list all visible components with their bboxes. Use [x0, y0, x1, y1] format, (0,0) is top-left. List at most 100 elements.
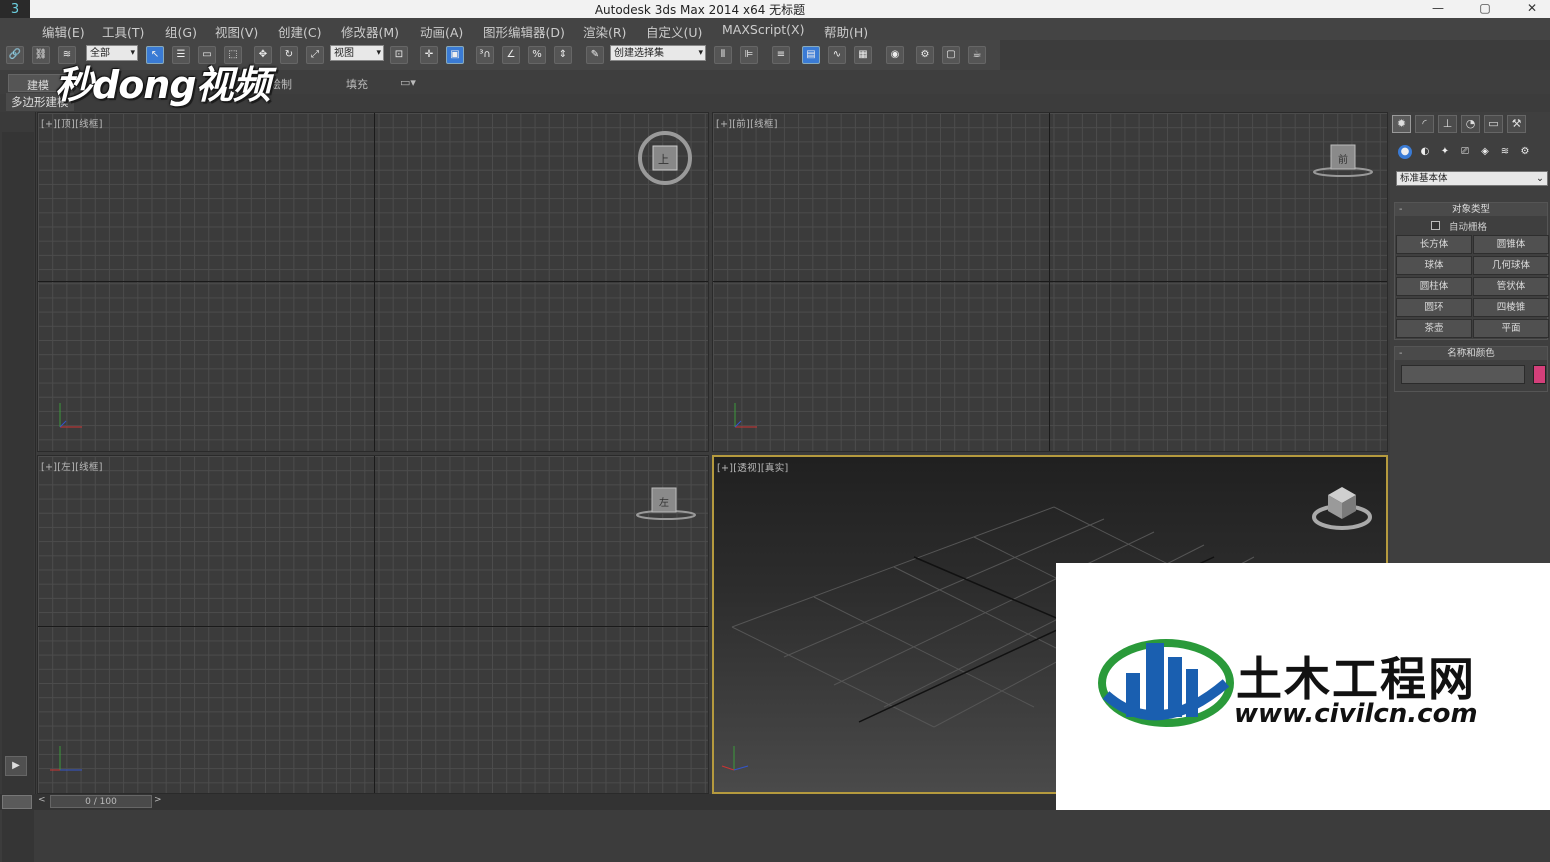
torus-button[interactable]: 圆环	[1396, 298, 1472, 317]
menu-tools[interactable]: 工具(T)	[102, 22, 144, 41]
geosphere-button[interactable]: 几何球体	[1473, 256, 1549, 275]
rendered-frame-icon[interactable]: ▢	[942, 46, 960, 64]
left-scroll-area	[2, 132, 34, 862]
play-icon[interactable]: ▶	[5, 756, 27, 776]
systems-icon[interactable]: ⚙	[1518, 145, 1532, 159]
snaps-toggle-icon[interactable]: ³∩	[476, 46, 494, 64]
curve-editor-icon[interactable]: ∿	[828, 46, 846, 64]
close-button[interactable]: ✕	[1512, 0, 1550, 18]
lights-icon[interactable]: ✦	[1438, 145, 1452, 159]
next-frame-icon[interactable]: >	[154, 795, 162, 805]
menu-edit[interactable]: 编辑(E)	[42, 22, 85, 41]
viewcube-left-label: 左	[659, 498, 669, 509]
viewport-top[interactable]: [+][顶][线框] 上	[37, 112, 709, 452]
menu-create[interactable]: 创建(C)	[278, 22, 321, 41]
object-color-swatch[interactable]	[1533, 365, 1546, 384]
grid-axis-h	[713, 281, 1387, 282]
axis-tripod-icon	[50, 746, 82, 771]
shapes-icon[interactable]: ◐	[1418, 145, 1432, 159]
menu-bar: 编辑(E) 工具(T) 组(G) 视图(V) 创建(C) 修改器(M) 动画(A…	[0, 18, 1550, 40]
material-editor-icon[interactable]: ◉	[886, 46, 904, 64]
cameras-icon[interactable]: ⎚	[1458, 145, 1472, 159]
unlink-icon[interactable]: ⛓	[32, 46, 50, 64]
viewport-layout-icon[interactable]	[2, 795, 32, 809]
menu-maxscript[interactable]: MAXScript(X)	[722, 22, 804, 37]
mirror-icon[interactable]: ⫴	[714, 46, 732, 64]
align-icon[interactable]: ⊫	[740, 46, 758, 64]
prev-frame-icon[interactable]: <	[38, 795, 46, 805]
named-selection-dropdown[interactable]: 创建选择集 ▾	[610, 45, 706, 61]
box-button[interactable]: 长方体	[1396, 235, 1472, 254]
teapot-button[interactable]: 茶壶	[1396, 319, 1472, 338]
time-slider[interactable]: 0 / 100	[50, 795, 152, 808]
name-color-rollout: - 名称和颜色	[1394, 346, 1548, 392]
viewport-left[interactable]: [+][左][线框] 左	[37, 455, 709, 794]
viewport-front[interactable]: [+][前][线框] 前	[712, 112, 1388, 452]
motion-tab-icon[interactable]: ◔	[1461, 115, 1480, 133]
helpers-icon[interactable]: ◈	[1478, 145, 1492, 159]
link-icon[interactable]: 🔗	[6, 46, 24, 64]
viewcube-perspective[interactable]	[1310, 481, 1374, 533]
viewcube-top-label: 上	[658, 153, 669, 166]
category-dropdown[interactable]: 标准基本体 ⌄	[1396, 171, 1548, 186]
menu-graph-editors[interactable]: 图形编辑器(D)	[483, 22, 565, 41]
tube-button[interactable]: 管状体	[1473, 277, 1549, 296]
menu-help[interactable]: 帮助(H)	[824, 22, 868, 41]
pivot-center-icon[interactable]: ⊡	[390, 46, 408, 64]
angle-snap-icon[interactable]: ∠	[502, 46, 520, 64]
axis-tripod-icon	[59, 403, 82, 428]
viewport-label-left[interactable]: [+][左][线框]	[41, 459, 103, 473]
rotate-icon[interactable]: ↻	[280, 46, 298, 64]
tab-populate[interactable]: 填充	[328, 74, 386, 92]
menu-modifiers[interactable]: 修改器(M)	[341, 22, 399, 41]
title-bar: 3 Autodesk 3ds Max 2014 x64 无标题 — ▢ ✕	[0, 0, 1550, 20]
object-type-rollout: - 对象类型 自动栅格 长方体 圆锥体 球体 几何球体 圆柱体 管状体 圆环 四棱…	[1394, 202, 1549, 340]
modify-tab-icon[interactable]: ◜	[1415, 115, 1434, 133]
percent-snap-icon[interactable]: %	[528, 46, 546, 64]
minimize-button[interactable]: —	[1418, 0, 1458, 18]
axis-tripod-icon	[734, 403, 757, 428]
utilities-tab-icon[interactable]: ⚒	[1507, 115, 1526, 133]
layer-manager-icon[interactable]: ≡	[772, 46, 790, 64]
watermark-civilcn: 土木工程网 www.civilcn.com	[1056, 563, 1550, 810]
create-tab-icon[interactable]: ✹	[1392, 115, 1411, 133]
spacewarps-icon[interactable]: ≋	[1498, 145, 1512, 159]
keyboard-shortcut-override-icon[interactable]: ▣	[446, 46, 464, 64]
menu-group[interactable]: 组(G)	[165, 22, 197, 41]
render-teapot-icon[interactable]: ☕	[968, 46, 986, 64]
sphere-button[interactable]: 球体	[1396, 256, 1472, 275]
viewport-label-top[interactable]: [+][顶][线框]	[41, 116, 103, 130]
schematic-view-icon[interactable]: ▦	[854, 46, 872, 64]
reference-coord-dropdown[interactable]: 视图 ▾	[330, 45, 384, 61]
grid-axis-v	[374, 113, 375, 451]
grid-axis-v	[1049, 113, 1050, 451]
viewport-label-front[interactable]: [+][前][线框]	[716, 116, 778, 130]
object-name-field[interactable]	[1401, 365, 1525, 384]
left-strip: ▶	[0, 112, 36, 862]
autogrid-checkbox[interactable]	[1431, 221, 1440, 230]
graphite-toggle-icon[interactable]: ▤	[802, 46, 820, 64]
pyramid-button[interactable]: 四棱锥	[1473, 298, 1549, 317]
menu-views[interactable]: 视图(V)	[215, 22, 258, 41]
grid-axis-v	[374, 456, 375, 793]
rollout-header[interactable]: - 对象类型	[1395, 203, 1547, 216]
autogrid-label: 自动栅格	[1449, 222, 1488, 233]
scale-icon[interactable]: ⤢	[306, 46, 324, 64]
cone-button[interactable]: 圆锥体	[1473, 235, 1549, 254]
select-manipulate-icon[interactable]: ✛	[420, 46, 438, 64]
menu-customize[interactable]: 自定义(U)	[646, 22, 702, 41]
menu-animation[interactable]: 动画(A)	[420, 22, 463, 41]
maximize-button[interactable]: ▢	[1465, 0, 1505, 18]
cylinder-button[interactable]: 圆柱体	[1396, 277, 1472, 296]
edit-named-selection-icon[interactable]: ✎	[586, 46, 604, 64]
hierarchy-tab-icon[interactable]: ⊥	[1438, 115, 1457, 133]
watermark-top-left: 秒dong视频	[55, 63, 271, 107]
geometry-icon[interactable]: ●	[1398, 145, 1412, 159]
display-tab-icon[interactable]: ▭	[1484, 115, 1503, 133]
plane-button[interactable]: 平面	[1473, 319, 1549, 338]
spinner-snap-icon[interactable]: ⇕	[554, 46, 572, 64]
ribbon-options-icon[interactable]: ▭▾	[392, 74, 424, 92]
render-setup-icon[interactable]: ⚙	[916, 46, 934, 64]
menu-rendering[interactable]: 渲染(R)	[583, 22, 626, 41]
rollout-header[interactable]: - 名称和颜色	[1395, 347, 1547, 360]
